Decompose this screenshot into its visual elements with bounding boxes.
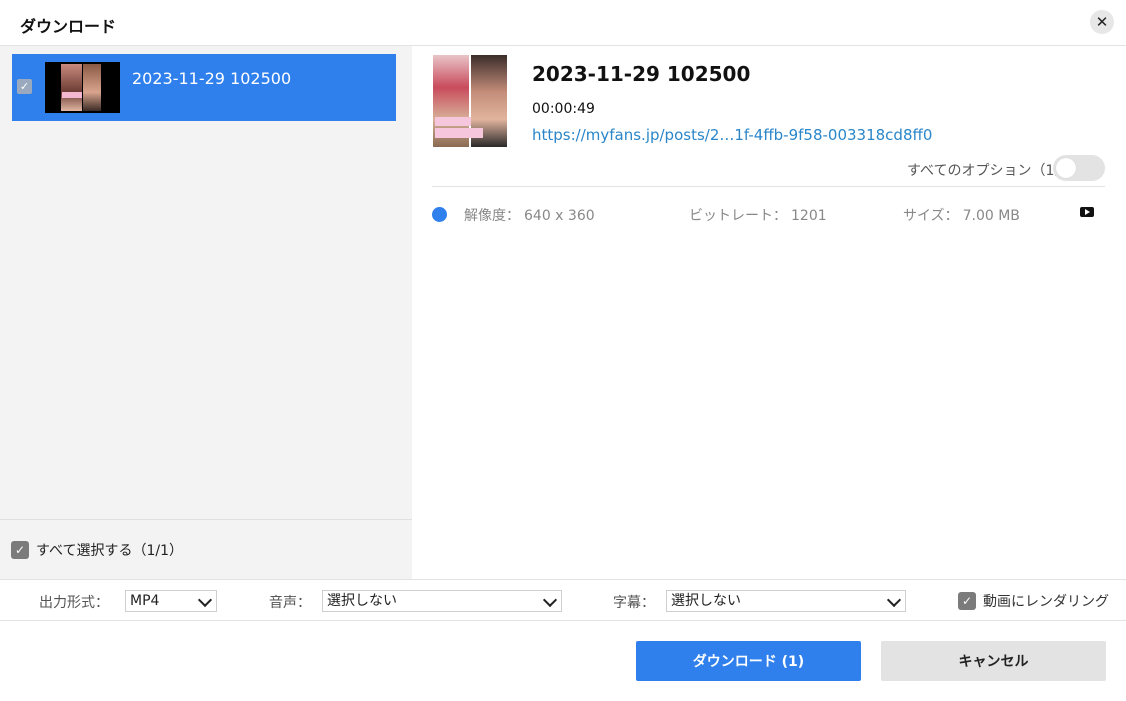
divider bbox=[432, 186, 1105, 187]
subtitle-label: 字幕： bbox=[613, 595, 655, 611]
radio-selected-icon[interactable] bbox=[432, 207, 447, 222]
audio-value: 選択しない bbox=[327, 593, 397, 609]
video-list-pane: ✓ 2023-11-29 102500 ✓ すべて選択する（1/1） bbox=[0, 46, 412, 579]
video-title: 2023-11-29 102500 bbox=[532, 62, 751, 86]
close-icon: ✕ bbox=[1095, 13, 1109, 31]
bitrate-spec: ビットレート： 1201 bbox=[689, 205, 827, 225]
size-spec: サイズ： 7.00 MB bbox=[903, 205, 1020, 225]
output-format-label: 出力形式： bbox=[39, 595, 109, 611]
checkbox-checked-icon: ✓ bbox=[11, 541, 29, 559]
divider bbox=[0, 519, 412, 520]
size-label: サイズ： bbox=[903, 208, 959, 224]
download-button[interactable]: ダウンロード (1) bbox=[636, 641, 861, 681]
bitrate-label: ビットレート： bbox=[689, 208, 787, 224]
chevron-down-icon bbox=[197, 592, 213, 608]
checkbox-checked-icon: ✓ bbox=[958, 592, 976, 610]
chevron-down-icon bbox=[542, 592, 558, 608]
video-thumbnail bbox=[45, 62, 120, 113]
output-format-select[interactable]: MP4 bbox=[125, 590, 217, 612]
download-options-bar: 出力形式： MP4 音声： 選択しない 字幕： 選択しない ✓ 動画にレンダリン… bbox=[0, 579, 1126, 621]
format-option-row[interactable]: 解像度： 640 x 360 ビットレート： 1201 サイズ： 7.00 MB bbox=[432, 202, 1105, 226]
resolution-value: 640 x 360 bbox=[524, 208, 595, 224]
resolution-label: 解像度： bbox=[464, 208, 520, 224]
size-value: 7.00 MB bbox=[962, 208, 1020, 224]
render-video-label: 動画にレンダリング bbox=[983, 594, 1109, 610]
output-format-value: MP4 bbox=[130, 593, 160, 609]
render-video-checkbox[interactable]: ✓ 動画にレンダリング bbox=[958, 591, 1109, 611]
toggle-knob bbox=[1056, 158, 1076, 178]
resolution-spec: 解像度： 640 x 360 bbox=[464, 205, 595, 225]
list-item-title: 2023-11-29 102500 bbox=[132, 69, 292, 88]
detail-thumbnail bbox=[433, 55, 507, 147]
close-button[interactable]: ✕ bbox=[1090, 10, 1114, 34]
title-bar: ダウンロード ✕ bbox=[0, 0, 1126, 46]
subtitle-value: 選択しない bbox=[671, 593, 741, 609]
cancel-button[interactable]: キャンセル bbox=[881, 641, 1106, 681]
select-all-checkbox[interactable]: ✓ すべて選択する（1/1） bbox=[11, 540, 183, 560]
audio-select[interactable]: 選択しない bbox=[322, 590, 562, 612]
chevron-down-icon bbox=[886, 592, 902, 608]
select-all-label: すべて選択する（1/1） bbox=[36, 543, 183, 559]
bitrate-value: 1201 bbox=[791, 208, 827, 224]
subtitle-select[interactable]: 選択しない bbox=[666, 590, 906, 612]
video-duration: 00:00:49 bbox=[532, 101, 595, 117]
youtube-icon bbox=[1080, 207, 1094, 217]
video-detail-pane: 2023-11-29 102500 00:00:49 https://myfan… bbox=[412, 46, 1126, 579]
all-options-toggle[interactable] bbox=[1053, 155, 1105, 181]
all-options-label: すべてのオプション（1） bbox=[907, 163, 1069, 179]
video-url-link[interactable]: https://myfans.jp/posts/2…1f-4ffb-9f58-0… bbox=[532, 126, 932, 144]
dialog-title: ダウンロード bbox=[20, 17, 117, 36]
list-item[interactable]: ✓ 2023-11-29 102500 bbox=[12, 54, 396, 121]
audio-label: 音声： bbox=[269, 595, 311, 611]
item-checkbox[interactable]: ✓ bbox=[17, 79, 32, 94]
